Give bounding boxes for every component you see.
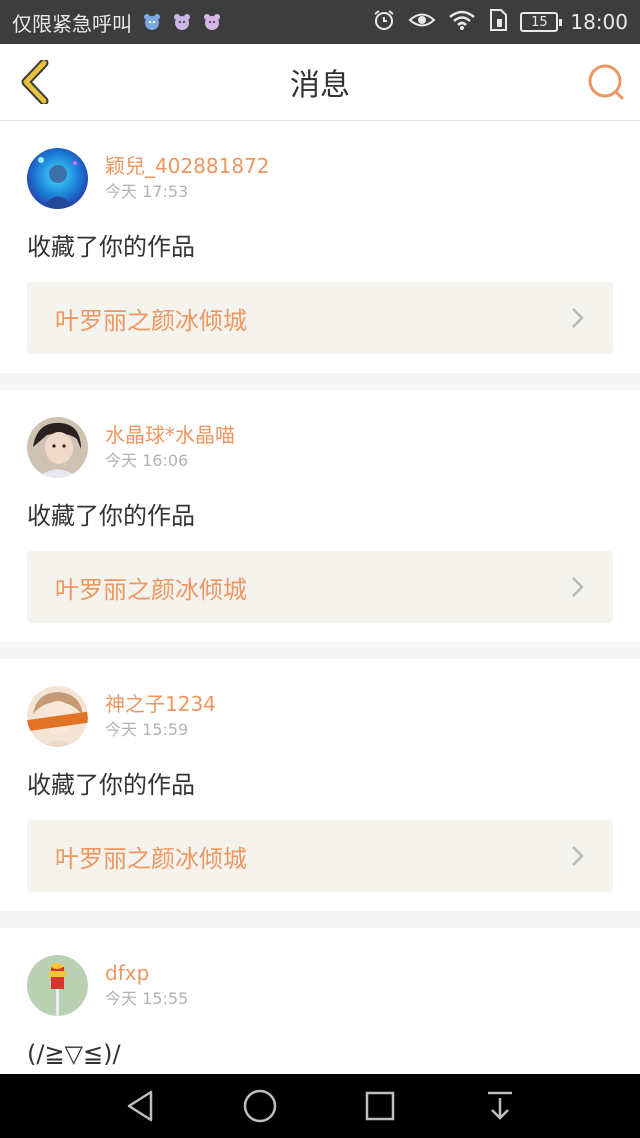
message-text: 收藏了你的作品: [27, 233, 195, 261]
chevron-right-icon: [572, 577, 584, 597]
search-button[interactable]: [586, 62, 626, 102]
username[interactable]: 颖兒_402881872: [105, 152, 270, 180]
avatar[interactable]: [27, 685, 88, 747]
home-circle-icon: [243, 1089, 277, 1123]
work-title: 叶罗丽之颜冰倾城: [55, 575, 247, 604]
recents-square-icon: [365, 1091, 395, 1121]
nav-recents-button[interactable]: [360, 1086, 400, 1126]
carrier-text: 仅限紧急呼叫: [12, 11, 132, 36]
avatar[interactable]: [27, 147, 88, 209]
work-title: 叶罗丽之颜冰倾城: [55, 306, 247, 335]
notification-pulldown-icon: [488, 1091, 512, 1120]
status-bar: 仅限紧急呼叫 15 18:00: [0, 0, 640, 44]
message-text: 收藏了你的作品: [27, 502, 195, 530]
wifi-icon: [448, 9, 476, 35]
timestamp: 今天 15:55: [105, 989, 189, 1008]
message-card: dfxp 今天 15:55 (/≧▽≦)/: [0, 928, 640, 1074]
chevron-left-icon: [21, 60, 49, 104]
nav-back-button[interactable]: [120, 1086, 160, 1126]
timestamp: 今天 16:06: [105, 451, 189, 470]
username[interactable]: 神之子1234: [105, 690, 216, 718]
nav-home-button[interactable]: [240, 1086, 280, 1126]
notification-app-icon: [172, 13, 192, 31]
message-card: 水晶球*水晶喵 今天 16:06 收藏了你的作品 叶罗丽之颜冰倾城: [0, 390, 640, 642]
back-triangle-icon: [127, 1090, 153, 1122]
chevron-right-icon: [572, 308, 584, 328]
notification-app-icon: [202, 13, 222, 31]
app-header: 消息: [0, 44, 640, 121]
work-link[interactable]: 叶罗丽之颜冰倾城: [27, 820, 613, 892]
chevron-right-icon: [572, 846, 584, 866]
message-card: 神之子1234 今天 15:59 收藏了你的作品 叶罗丽之颜冰倾城: [0, 659, 640, 911]
message-list[interactable]: 颖兒_402881872 今天 17:53 收藏了你的作品 叶罗丽之颜冰倾城 水…: [0, 121, 640, 1074]
nav-notification-button[interactable]: [480, 1086, 520, 1126]
clock-time: 18:00: [570, 10, 628, 34]
system-nav-bar: [0, 1074, 640, 1138]
sim-icon: [488, 8, 508, 36]
message-text: (/≧▽≦)/: [27, 1040, 121, 1068]
work-link[interactable]: 叶罗丽之颜冰倾城: [27, 551, 613, 623]
username[interactable]: dfxp: [105, 959, 188, 987]
work-title: 叶罗丽之颜冰倾城: [55, 844, 247, 873]
search-icon: [588, 64, 624, 100]
timestamp: 今天 17:53: [105, 182, 189, 201]
eye-icon: [408, 9, 436, 35]
notification-app-icon: [142, 13, 162, 31]
message-card: 颖兒_402881872 今天 17:53 收藏了你的作品 叶罗丽之颜冰倾城: [0, 121, 640, 373]
avatar[interactable]: [27, 416, 88, 478]
avatar[interactable]: [27, 954, 88, 1016]
timestamp: 今天 15:59: [105, 720, 189, 739]
username[interactable]: 水晶球*水晶喵: [105, 421, 235, 449]
page-title: 消息: [290, 68, 350, 103]
work-link[interactable]: 叶罗丽之颜冰倾城: [27, 282, 613, 354]
battery-icon: 15: [520, 12, 563, 32]
back-button[interactable]: [14, 58, 54, 106]
alarm-icon: [372, 8, 396, 36]
message-text: 收藏了你的作品: [27, 771, 195, 799]
